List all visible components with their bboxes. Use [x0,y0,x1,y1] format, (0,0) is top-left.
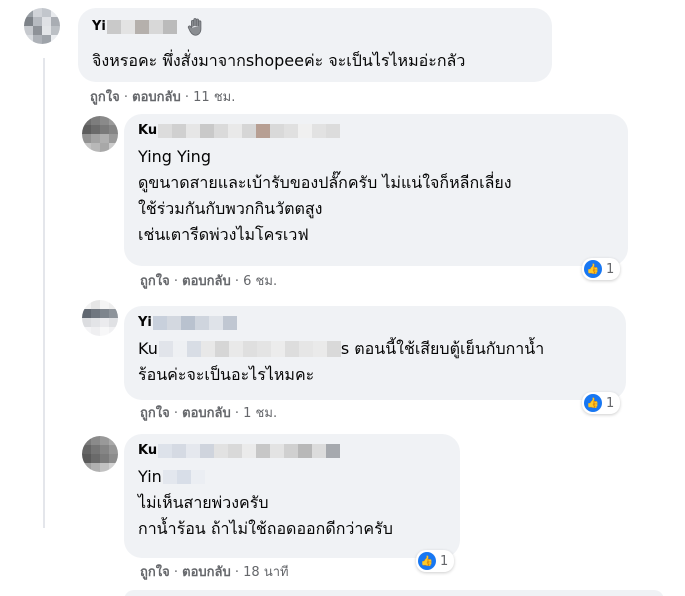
reply-link[interactable]: ตอบกลับ [182,406,231,421]
comment-text: ไม่เห็นสายพ่วงครับ [138,493,269,512]
comment-author[interactable]: Ku [138,442,446,460]
reaction-count: 1 [606,261,615,277]
comment-author[interactable]: Ku [138,122,614,140]
comment-text: ดูขนาดสายและเบ้ารับของปลั๊กครับ ไม่แน่ใจ… [138,173,512,192]
redacted-name [162,470,205,484]
comment-actions: ถูกใจ · ตอบกลับ · 11 ชม. [90,90,236,105]
mention-tag[interactable]: Yin [138,464,162,490]
comment-text: เช่นเตารีดพ่วงไมโครเวฟ [138,225,309,244]
reply-link[interactable]: ตอบกลับ [132,90,181,105]
reaction-badge[interactable]: 👍 1 [416,550,455,572]
comment-text: ใช้ร่วมกันกับพวกกินวัตตสูง [138,199,323,218]
like-link[interactable]: ถูกใจ [90,90,120,105]
redacted-name [158,124,341,138]
comment-actions: ถูกใจ · ตอบกลับ · 1 ชม. [140,406,278,421]
like-thumb-icon: 👍 [584,394,602,412]
avatar[interactable] [82,300,118,336]
comment-timestamp[interactable]: 1 ชม. [243,406,277,421]
comment-author[interactable]: Yi [138,314,612,332]
reaction-badge[interactable]: 👍 1 [582,258,621,280]
comment-text-line: Ku s ตอนนี้ใช้เสียบตู้เย็นกับกาน้ำ [138,336,612,362]
comment-bubble: Ku Yin ไม่เห็นสายพ่วงครับ กาน้ำร้อน ถ้าไ… [124,434,460,558]
redacted-name [158,444,341,458]
redacted-name [158,341,341,357]
redacted-name [106,20,177,34]
comment-bubble: Ku Ying Ying ดูขนาดสายและเบ้ารับของปลั๊ก… [124,114,628,266]
avatar[interactable] [82,116,118,152]
mention-tag[interactable]: Ku [138,336,158,362]
like-link[interactable]: ถูกใจ [140,406,170,421]
mention-tag[interactable]: Ying Ying [138,144,614,170]
comment-bubble: Yi Ku s ตอนนี้ใช้เสียบตู้เย็นกับกาน้ำ ร้… [124,306,626,400]
avatar[interactable] [82,436,118,472]
like-thumb-icon: 👍 [418,552,436,570]
reaction-count: 1 [440,553,449,569]
comment-text: ร้อนค่ะจะเป็นอะไรไหมคะ [138,365,315,384]
redacted-name [152,316,237,330]
reaction-badge[interactable]: 👍 1 [582,392,621,414]
reply-link[interactable]: ตอบกลับ [182,565,231,580]
like-thumb-icon: 👍 [584,260,602,278]
comment-author[interactable]: Yi [92,16,538,38]
comment-text: กาน้ำร้อน ถ้าไม่ใช้ถอดออกดีกว่าครับ [138,519,393,538]
comment-timestamp[interactable]: 18 นาที [243,565,288,580]
comment-timestamp[interactable]: 11 ชม. [193,90,235,105]
comment-actions: ถูกใจ · ตอบกลับ · 18 นาที [140,565,289,580]
waving-hand-icon [187,18,202,36]
comment-actions: ถูกใจ · ตอบกลับ · 6 ชม. [140,274,278,289]
like-link[interactable]: ถูกใจ [140,565,170,580]
thread-line [43,58,45,528]
reply-input[interactable] [124,590,664,596]
like-link[interactable]: ถูกใจ [140,274,170,289]
reaction-count: 1 [606,395,615,411]
comment-text: จิงหรอคะ พึ่งสั่งมาจากshopeeค่ะ จะเป็นไร… [92,51,466,70]
avatar[interactable] [24,8,60,44]
reply-link[interactable]: ตอบกลับ [182,274,231,289]
comment-text-line: Yin [138,464,446,490]
comment-bubble: Yi จิงหรอคะ พึ่งสั่งมาจากshopeeค่ะ จะเป็… [78,8,552,82]
comment-timestamp[interactable]: 6 ชม. [243,274,277,289]
